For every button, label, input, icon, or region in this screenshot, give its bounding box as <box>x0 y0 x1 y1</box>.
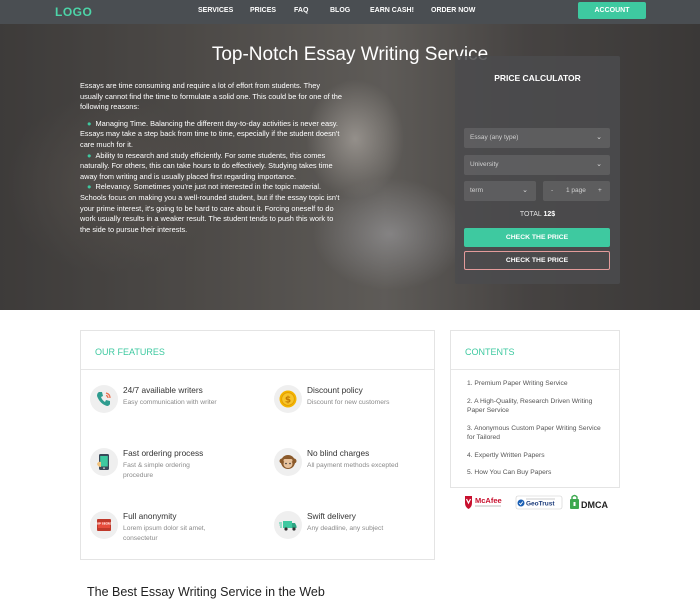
feature-item: Swift delivery Any deadline, any subject <box>274 511 444 561</box>
feature-title: Fast ordering process <box>123 448 204 458</box>
bullet-icon: ● <box>87 182 92 192</box>
pages-stepper: - 1 page + <box>543 181 610 201</box>
bullet-icon: ● <box>87 118 92 128</box>
geotrust-badge: GeoTrust <box>515 494 563 510</box>
contents-title: CONTENTS <box>465 347 515 357</box>
list-item: ● Ability to research and study efficient… <box>80 151 345 183</box>
term-select[interactable]: term ⌄ <box>464 181 536 201</box>
feature-desc: Easy communication with writer <box>123 399 217 406</box>
logo[interactable]: LOGO <box>55 5 92 19</box>
truck-icon <box>274 511 302 539</box>
features-title: OUR FEATURES <box>95 347 165 357</box>
feature-title: No blind charges <box>307 448 370 458</box>
hero-text: Essays are time consuming and require a … <box>80 81 345 235</box>
decrease-pages-button[interactable]: - <box>551 181 553 201</box>
paper-type-value: Essay (any type) <box>470 134 519 141</box>
feature-title: 24/7 availiable writers <box>123 385 203 395</box>
section-heading: The Best Essay Writing Service in the We… <box>87 585 325 599</box>
chevron-down-icon: ⌄ <box>596 134 602 141</box>
feature-item: No blind charges All payment methods exc… <box>274 448 444 498</box>
nav-link-earn-cash[interactable]: EARN CASH! <box>370 7 414 14</box>
contents-link[interactable]: 2. A High-Quality, Research Driven Writi… <box>467 397 607 416</box>
hero-intro: Essays are time consuming and require a … <box>80 81 342 112</box>
reason-text: Relevancy. Sometimes you're just not int… <box>80 182 340 234</box>
nav-link-prices[interactable]: PRICES <box>250 7 276 14</box>
bullet-icon: ● <box>87 150 92 160</box>
divider <box>81 369 434 370</box>
list-item: ● Managing Time. Balancing the different … <box>80 119 345 151</box>
phone-icon <box>90 385 118 413</box>
nav-link-faq[interactable]: FAQ <box>294 7 308 14</box>
top-secret-label: TOP SECRET <box>95 522 113 526</box>
nav-link-blog[interactable]: BLOG <box>330 7 350 14</box>
total-row: TOTAL 12$ <box>455 211 620 218</box>
feature-item: $ Discount policy Discount for new custo… <box>274 385 444 435</box>
chevron-down-icon: ⌄ <box>522 187 528 194</box>
feature-item: TOP SECRET Full anonymity Lorem ipsum do… <box>90 511 260 561</box>
feature-item: Fast ordering process Fast & simple orde… <box>90 448 260 498</box>
reason-text: Managing Time. Balancing the different d… <box>80 118 340 149</box>
increase-pages-button[interactable]: + <box>598 181 602 201</box>
chevron-down-icon: ⌄ <box>596 161 602 168</box>
contents-link[interactable]: 1. Premium Paper Writing Service <box>467 379 607 389</box>
feature-desc: All payment methods excepted <box>307 462 399 469</box>
feature-title: Discount policy <box>307 385 363 395</box>
calculator-title: PRICE CALCULATOR <box>494 73 581 83</box>
nav-link-order-now[interactable]: ORDER NOW <box>431 7 475 14</box>
feature-desc: Discount for new customers <box>307 399 390 406</box>
coin-icon: $ <box>274 385 302 413</box>
term-value: term <box>470 187 483 194</box>
pages-value: 1 page <box>566 187 586 194</box>
feature-title: Full anonymity <box>123 511 177 521</box>
account-button[interactable]: ACCOUNT <box>578 2 646 19</box>
academic-level-select[interactable]: University ⌄ <box>464 155 610 175</box>
price-calculator: PRICE CALCULATOR Essay (any type) ⌄ Univ… <box>455 56 620 284</box>
mcafee-badge: McAfee <box>463 494 511 510</box>
contents-link[interactable]: 5. How You Can Buy Papers <box>467 468 607 478</box>
feature-item: 24/7 availiable writers Easy communicati… <box>90 385 260 435</box>
check-price-outline-button[interactable]: CHECK THE PRICE <box>464 251 610 270</box>
mcafee-label: McAfee <box>475 496 502 505</box>
academic-level-value: University <box>470 161 499 168</box>
contents-list: 1. Premium Paper Writing Service 2. A Hi… <box>467 379 607 486</box>
total-value: 12$ <box>543 211 556 218</box>
feature-title: Swift delivery <box>307 511 356 521</box>
feature-desc: Fast & simple ordering procedure <box>123 462 190 479</box>
nav-link-services[interactable]: SERVICES <box>198 7 233 14</box>
feature-desc: Any deadline, any subject <box>307 525 384 532</box>
top-nav: LOGO SERVICES PRICES FAQ BLOG EARN CASH!… <box>0 0 700 24</box>
check-price-button[interactable]: CHECK THE PRICE <box>464 228 610 247</box>
monkey-icon <box>274 448 302 476</box>
feature-desc: Lorem ipsum dolor sit amet, consectetur <box>123 525 206 542</box>
contents-panel: CONTENTS 1. Premium Paper Writing Servic… <box>450 330 620 488</box>
reason-text: Ability to research and study efficientl… <box>80 150 333 181</box>
top-secret-icon: TOP SECRET <box>90 511 118 539</box>
divider <box>451 369 619 370</box>
svg-text:$: $ <box>285 396 291 406</box>
dmca-label: DMCA <box>581 500 608 510</box>
contents-link[interactable]: 4. Expertly Written Papers <box>467 451 607 461</box>
geotrust-label: GeoTrust <box>526 501 555 508</box>
reasons-list: ● Managing Time. Balancing the different … <box>80 119 345 236</box>
paper-type-select[interactable]: Essay (any type) ⌄ <box>464 128 610 148</box>
mobile-icon <box>90 448 118 476</box>
contents-link[interactable]: 3. Anonymous Custom Paper Writing Servic… <box>467 424 607 443</box>
total-label: TOTAL <box>519 211 542 218</box>
dmca-badge: DMCA <box>569 494 613 510</box>
features-panel: OUR FEATURES 24/7 availiable writers Eas… <box>80 330 435 560</box>
list-item: ● Relevancy. Sometimes you're just not in… <box>80 182 345 235</box>
